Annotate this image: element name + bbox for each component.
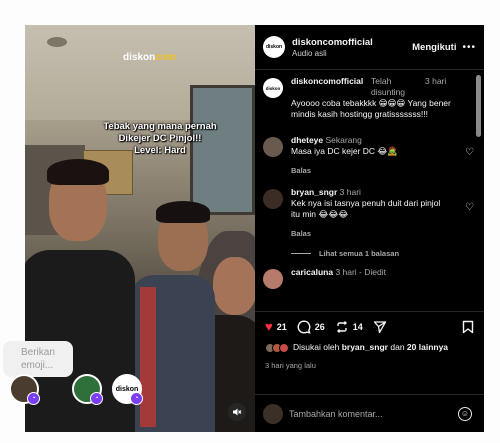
video-brand-logo: diskoncom — [123, 52, 176, 63]
view-replies-label: Lihat semua 1 balasan — [319, 249, 400, 258]
comment-avatar[interactable] — [263, 189, 283, 209]
comment-item: caricaluna 3 hari - Diedit — [263, 267, 476, 289]
action-bar: ♥ 21 26 14 — [265, 319, 474, 334]
comment-body: bryan_sngr 3 hari Kek nya isi tasnya pen… — [291, 187, 451, 239]
comment-text: Ayoooo coba tebakkkk 😁😁😁 Yang bener mind… — [291, 98, 451, 119]
reaction-bubble[interactable]: ◔ — [9, 374, 40, 405]
following-button[interactable]: Mengikuti — [412, 42, 456, 53]
speaker-muted-icon — [233, 408, 242, 416]
comment-count[interactable]: 26 — [315, 322, 325, 332]
caption-line: Tebak yang mana pernah — [103, 121, 217, 132]
reaction-icon: ◔ — [130, 392, 143, 405]
liker-avatars[interactable] — [265, 343, 289, 353]
like-heart-icon[interactable]: ♥ — [265, 319, 273, 334]
comment-username[interactable]: diskoncomofficial — [291, 76, 363, 98]
post-header: diskon diskoncomofficial Audio asli Meng… — [255, 25, 484, 70]
caption-line: Level: Hard — [134, 145, 186, 156]
like-count[interactable]: 21 — [277, 322, 287, 332]
liked-by-text: Disukai oleh bryan_sngr dan 20 lainnya — [293, 342, 449, 352]
edited-label: Diedit — [364, 267, 386, 277]
comment-username[interactable]: caricaluna — [291, 267, 333, 277]
divider-line — [291, 253, 311, 254]
comment-meta: diskoncomofficial Telah disunting 3 hari — [291, 76, 451, 98]
bookmark-icon[interactable] — [462, 320, 474, 334]
comment-text: Kek nya isi tasnya penuh duit dari pinjo… — [291, 198, 441, 219]
mute-button[interactable] — [228, 403, 246, 421]
author-info: diskoncomofficial Audio asli — [292, 37, 412, 58]
reaction-bubble[interactable]: ◔ — [72, 374, 103, 405]
comment-body: dheteye Sekarang Masa iya DC kejer DC 😂🧟… — [291, 135, 451, 176]
post-actions-area: ♥ 21 26 14 Disukai oleh bryan_sngr dan 2… — [255, 311, 484, 391]
post-timestamp[interactable]: 3 hari yang lalu — [265, 361, 474, 370]
comment-avatar[interactable] — [263, 269, 283, 289]
person-2-hair — [156, 201, 210, 223]
comment-time[interactable]: 3 hari — [340, 187, 361, 197]
post-modal: diskoncom Tebak yang mana pernah Dikejer… — [25, 25, 484, 432]
comment-bubble-icon[interactable] — [297, 319, 311, 334]
comment-item: dheteye Sekarang Masa iya DC kejer DC 😂🧟… — [263, 135, 476, 176]
comment-body: caricaluna 3 hari - Diedit — [291, 267, 386, 277]
like-comment-heart-icon[interactable]: ♡ — [465, 202, 474, 213]
add-comment-bar: ☺ — [255, 394, 484, 432]
emoji-smile-icon[interactable]: ☺ — [458, 406, 472, 421]
share-paper-plane-icon[interactable] — [373, 320, 387, 334]
comment-avatar[interactable] — [263, 137, 283, 157]
comment-input[interactable] — [289, 408, 458, 419]
person-3-face — [213, 257, 255, 315]
edited-label: Telah disunting — [371, 76, 406, 97]
liked-by-others[interactable]: 20 lainnya — [407, 342, 448, 352]
more-options-icon[interactable]: ••• — [462, 42, 476, 53]
comments-scrollbar[interactable] — [476, 75, 481, 137]
like-comment-heart-icon[interactable]: ♡ — [465, 147, 474, 158]
reply-button[interactable]: Balas — [291, 165, 451, 176]
comment-body: diskoncomofficial Telah disunting 3 hari… — [291, 76, 451, 120]
reaction-bubble[interactable]: diskon ◔ — [112, 374, 143, 405]
liked-by-user[interactable]: bryan_sngr — [342, 342, 388, 352]
repost-count[interactable]: 14 — [353, 322, 363, 332]
comment-time[interactable]: 3 hari — [335, 267, 356, 277]
caption-comment: diskon diskoncomofficial Telah disunting… — [263, 76, 476, 120]
author-username[interactable]: diskoncomofficial — [292, 37, 412, 48]
comments-list[interactable]: diskon diskoncomofficial Telah disunting… — [255, 71, 484, 304]
author-avatar[interactable]: diskon — [263, 36, 285, 58]
comment-text: Masa iya DC kejer DC 😂🧟 — [291, 146, 398, 156]
video-caption: Tebak yang mana pernah Dikejer DC Pinjol… — [85, 121, 235, 157]
reaction-icon: ◔ — [27, 392, 40, 405]
current-user-avatar — [263, 403, 283, 424]
person-2-stripe — [140, 287, 156, 427]
person-1-hair — [47, 159, 109, 185]
caption-line: Dikejer DC Pinjol!! — [118, 133, 202, 144]
scene-lamp — [47, 37, 67, 47]
comment-username[interactable]: bryan_sngr — [291, 187, 337, 197]
repost-icon[interactable] — [335, 320, 349, 334]
comment-username[interactable]: dheteye — [291, 135, 323, 145]
audio-label[interactable]: Audio asli — [292, 49, 412, 58]
view-replies-button[interactable]: Lihat semua 1 balasan — [291, 249, 476, 258]
comments-panel: diskon diskoncomofficial Audio asli Meng… — [255, 25, 484, 432]
comment-time[interactable]: 3 hari — [425, 76, 451, 98]
reply-button[interactable]: Balas — [291, 228, 451, 239]
comment-item: bryan_sngr 3 hari Kek nya isi tasnya pen… — [263, 187, 476, 239]
emoji-suggestion-chip[interactable]: Berikan emoji... — [3, 341, 73, 377]
liked-by-summary: Disukai oleh bryan_sngr dan 20 lainnya — [265, 342, 474, 353]
comment-avatar[interactable]: diskon — [263, 78, 283, 98]
reaction-icon: ◔ — [90, 392, 103, 405]
comment-time[interactable]: Sekarang — [326, 135, 362, 145]
